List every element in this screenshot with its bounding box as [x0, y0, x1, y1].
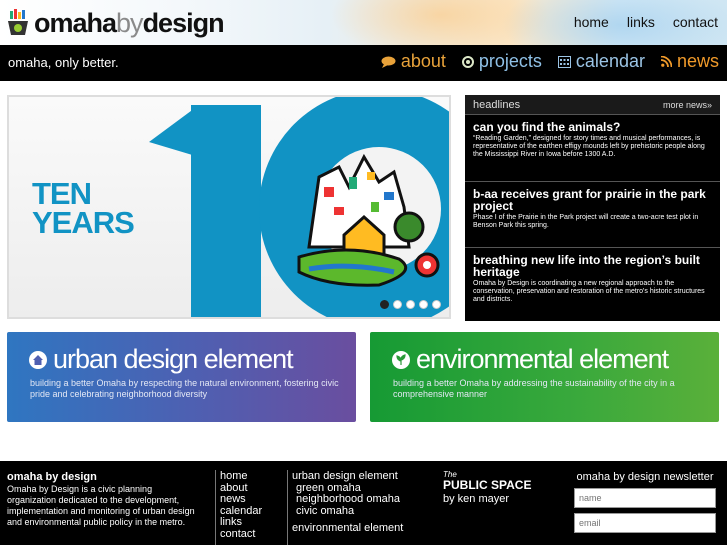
tagline: omaha, only better. — [8, 55, 119, 70]
slide-dot[interactable] — [393, 300, 402, 309]
nav-calendar[interactable]: calendar — [557, 51, 645, 72]
slide-dot[interactable] — [380, 300, 389, 309]
headline-item[interactable]: can you find the animals? “Reading Garde… — [465, 115, 720, 182]
headline-item[interactable]: breathing new life into the region’s bui… — [465, 248, 720, 321]
ten-years-line1: TEN — [32, 176, 92, 211]
headline-item[interactable]: b-aa receives grant for prairie in the p… — [465, 182, 720, 248]
top-nav: home links contact — [574, 14, 718, 30]
nav-news-label: news — [676, 51, 719, 71]
nav-news[interactable]: news — [660, 51, 719, 72]
newsletter-email-input[interactable] — [574, 513, 716, 533]
footer-link-urban-design[interactable]: urban design element — [292, 470, 403, 483]
public-space-blog[interactable]: The PUBLIC SPACE by ken mayer — [443, 470, 531, 506]
circle-icon — [461, 55, 474, 68]
public-space-title: PUBLIC SPACE — [443, 478, 532, 492]
footer-link-environmental[interactable]: environmental element — [292, 523, 403, 535]
slide-dot[interactable] — [419, 300, 428, 309]
site-header: omahabydesign home links contact — [0, 0, 727, 45]
urban-design-description: building a better Omaha by respecting th… — [30, 378, 339, 399]
headline-summary: Phase I of the Prairie in the Park proje… — [473, 214, 699, 229]
headline-title[interactable]: breathing new life into the region’s bui… — [473, 254, 712, 278]
site-logo[interactable]: omahabydesign — [34, 7, 225, 39]
nav-about-label: about — [400, 51, 446, 71]
headlines-header: headlines more news» — [465, 95, 720, 115]
environmental-title-text: environmental element — [416, 344, 669, 374]
newsletter-name-input[interactable] — [574, 488, 716, 508]
slide-dot[interactable] — [432, 300, 441, 309]
public-space-author: by ken mayer — [443, 493, 510, 505]
environmental-description: building a better Omaha by addressing th… — [393, 378, 675, 399]
ten-years-text: TEN YEARS — [32, 176, 135, 240]
headline-title[interactable]: b-aa receives grant for prairie in the p… — [473, 188, 712, 212]
headlines-title: headlines — [473, 98, 521, 111]
ten-years-line2: YEARS — [32, 205, 135, 240]
nav-projects[interactable]: projects — [461, 51, 542, 72]
nav-calendar-label: calendar — [575, 51, 645, 71]
site-footer: omaha by design Omaha by Design is a civ… — [0, 461, 727, 545]
footer-about-text: Omaha by Design is a civic planning orga… — [7, 484, 195, 527]
headline-summary: “Reading Garden,” designed for story tim… — [473, 135, 705, 158]
main-nav: about projects calendar news — [381, 51, 719, 72]
footer-links: home about news calendar links contact — [220, 470, 262, 541]
nav-about[interactable]: about — [381, 51, 446, 72]
featured-slideshow[interactable]: TEN YEARS — [7, 95, 451, 319]
footer-elements: urban design element green omaha neighbo… — [292, 470, 403, 535]
environmental-panel[interactable]: environmental element building a better … — [370, 332, 719, 422]
footer-link-civic-omaha[interactable]: civic omaha — [292, 505, 403, 518]
nav-projects-label: projects — [478, 51, 542, 71]
more-news-link[interactable]: more news» — [663, 100, 712, 110]
footer-about: omaha by design Omaha by Design is a civ… — [7, 471, 202, 528]
logo-word-omaha: omaha — [34, 8, 117, 38]
house-icon — [29, 350, 47, 369]
rss-icon — [660, 56, 672, 67]
logo-icon[interactable] — [5, 9, 31, 37]
headlines-panel: headlines more news» can you find the an… — [465, 95, 720, 321]
urban-design-title-text: urban design element — [53, 344, 294, 374]
newsletter-title: omaha by design newsletter — [576, 471, 714, 483]
calendar-icon — [557, 55, 571, 68]
footer-about-title: omaha by design — [7, 471, 97, 483]
slide-pagination — [380, 300, 441, 309]
main-nav-bar: omaha, only better. about projects calen… — [0, 45, 727, 81]
urban-design-title[interactable]: urban design element — [29, 344, 294, 375]
top-nav-links[interactable]: links — [627, 14, 655, 30]
headline-summary: Omaha by Design is coordinating a new re… — [473, 280, 705, 303]
speech-bubble-icon — [381, 56, 396, 68]
top-nav-home[interactable]: home — [574, 14, 609, 30]
logo-word-design: design — [142, 8, 225, 38]
logo-word-by: by — [116, 8, 144, 38]
footer-link-home[interactable]: home — [220, 470, 262, 483]
newsletter-signup: omaha by design newsletter — [572, 471, 718, 533]
leaf-icon — [392, 350, 410, 369]
footer-link-contact[interactable]: contact — [220, 528, 262, 541]
slide-dot[interactable] — [406, 300, 415, 309]
slide-image: TEN YEARS — [9, 97, 449, 317]
urban-design-panel[interactable]: urban design element building a better O… — [7, 332, 356, 422]
footer-divider — [215, 470, 216, 545]
headline-title[interactable]: can you find the animals? — [473, 121, 712, 133]
top-nav-contact[interactable]: contact — [673, 14, 718, 30]
environmental-title[interactable]: environmental element — [392, 344, 669, 375]
footer-divider — [287, 470, 288, 545]
